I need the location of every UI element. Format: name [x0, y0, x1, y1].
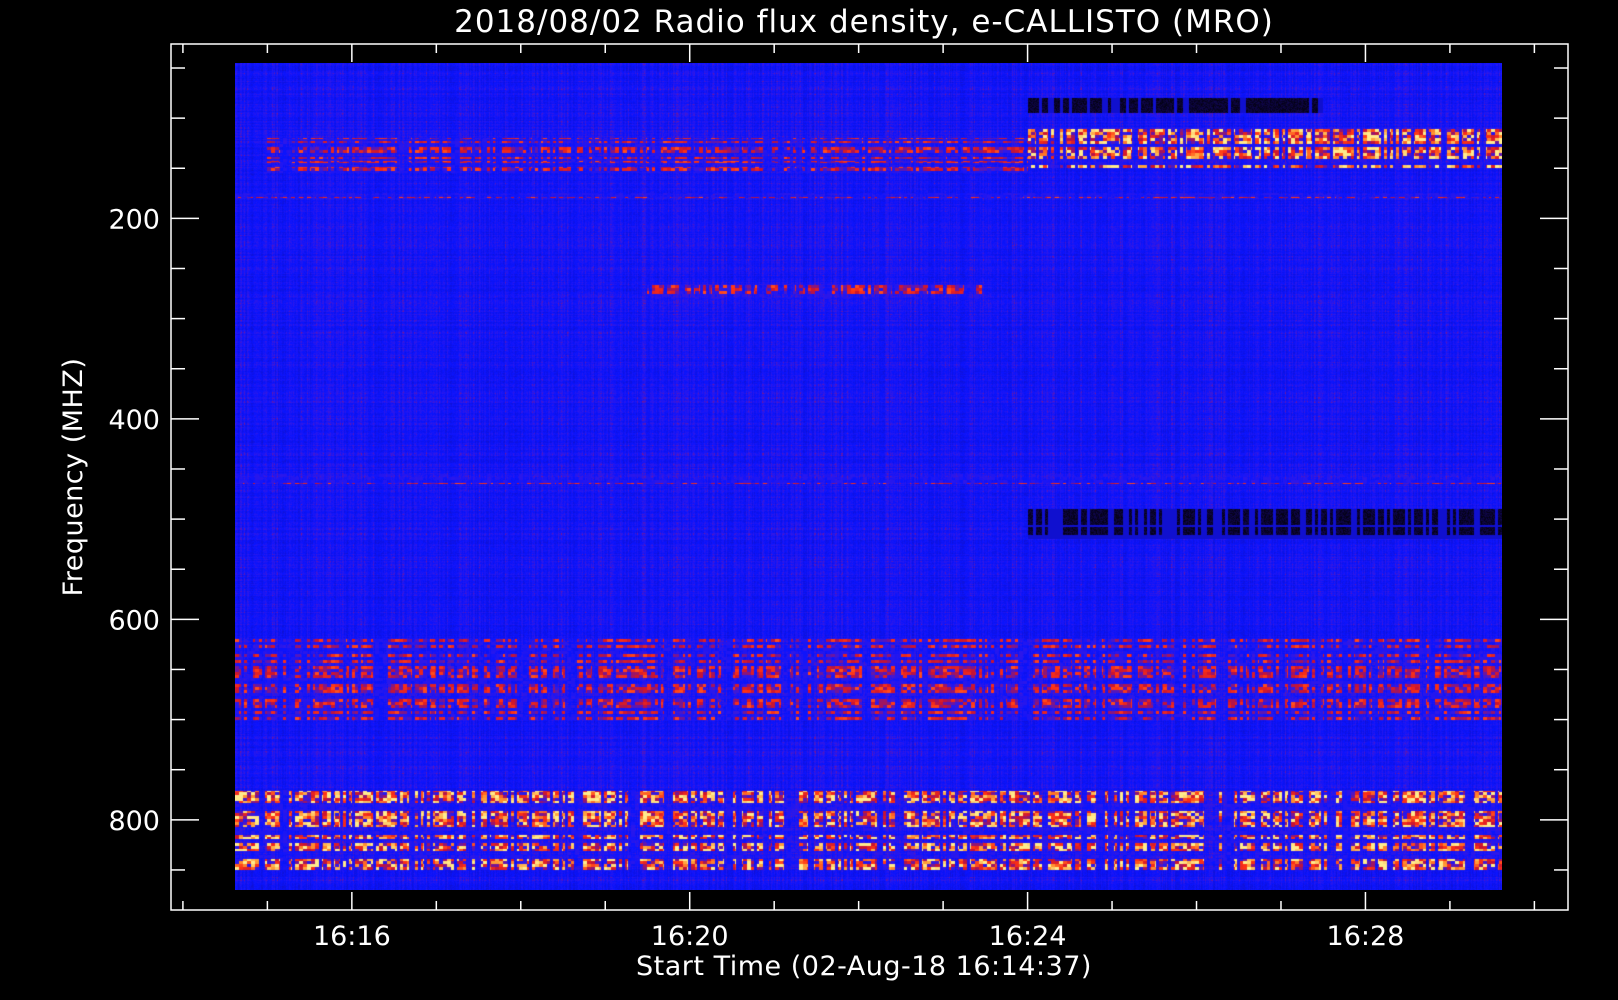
x-tick-label: 16:16: [313, 921, 391, 952]
chart-title: 2018/08/02 Radio flux density, e-CALLIST…: [454, 4, 1274, 40]
x-tick-label: 16:24: [989, 921, 1067, 952]
y-tick-label: 600: [108, 605, 160, 636]
spectrogram-heatmap: [235, 63, 1502, 890]
spectrogram-image: [235, 63, 1502, 890]
x-tick-label: 16:20: [651, 921, 729, 952]
x-axis-label: Start Time (02-Aug-18 16:14:37): [636, 951, 1092, 982]
y-tick-label: 800: [108, 806, 160, 837]
y-tick-label: 400: [108, 405, 160, 436]
y-tick-label: 200: [108, 204, 160, 235]
y-axis-label: Frequency (MHZ): [58, 358, 89, 597]
spectrogram-chart: 2018/08/02 Radio flux density, e-CALLIST…: [0, 0, 1618, 1000]
x-tick-label: 16:28: [1327, 921, 1405, 952]
